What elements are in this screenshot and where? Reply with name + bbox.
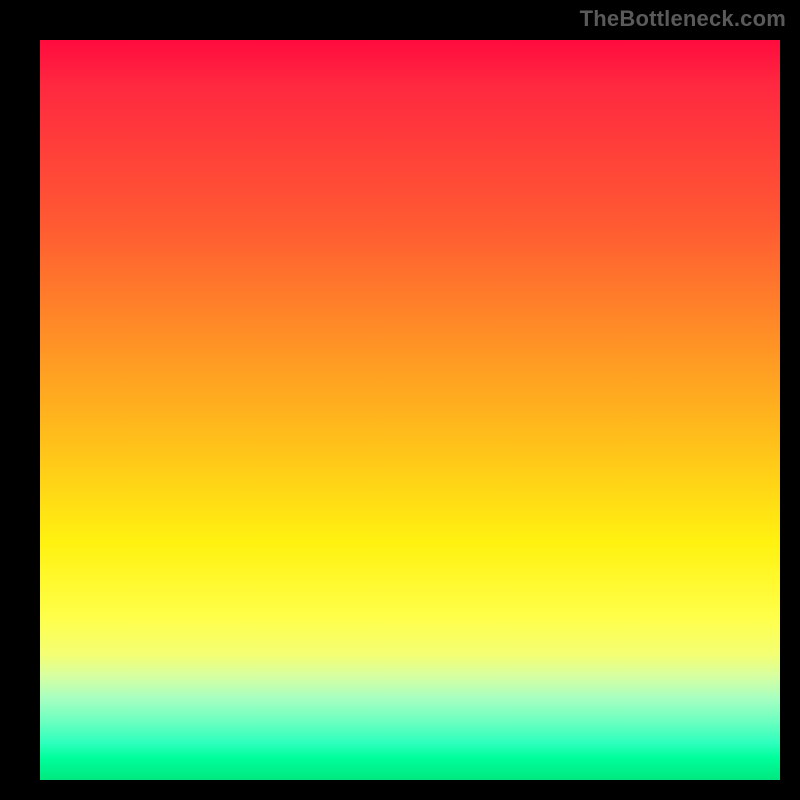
chart-frame: TheBottleneck.com (0, 0, 800, 800)
watermark-text: TheBottleneck.com (580, 6, 786, 32)
plot-area (40, 40, 780, 780)
heat-gradient (40, 40, 780, 780)
